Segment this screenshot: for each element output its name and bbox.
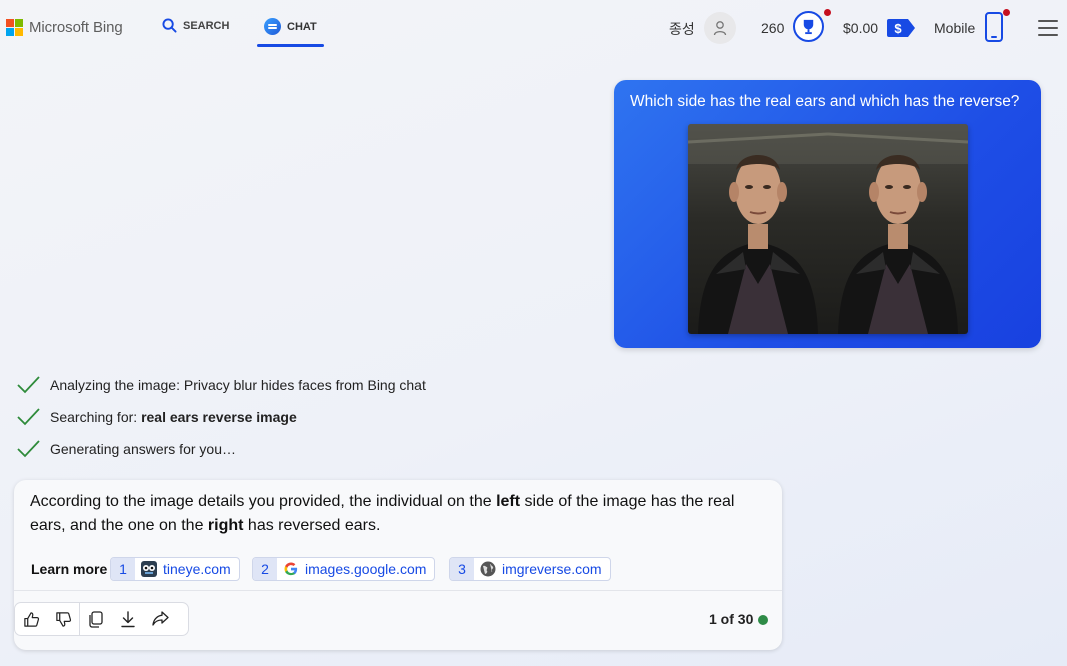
user-icon bbox=[713, 21, 727, 36]
menu-icon[interactable] bbox=[1038, 20, 1058, 36]
tab-chat-label: CHAT bbox=[287, 20, 317, 33]
uploaded-image[interactable] bbox=[688, 124, 968, 334]
tab-search-label: SEARCH bbox=[183, 19, 230, 32]
checkmark-icon bbox=[17, 408, 40, 426]
source-number: 3 bbox=[450, 558, 474, 580]
status-step: Generating answers for you… bbox=[17, 440, 236, 458]
dislike-button[interactable] bbox=[47, 603, 79, 635]
response-counter: 1 of 30 bbox=[709, 611, 754, 627]
copy-button[interactable] bbox=[80, 603, 112, 635]
source-link-google-images[interactable]: 2 images.google.com bbox=[252, 557, 436, 581]
dollar-tag-icon[interactable]: $ bbox=[886, 18, 916, 38]
download-icon bbox=[121, 610, 135, 627]
svg-text:$: $ bbox=[894, 21, 902, 36]
step-text: Generating answers for you… bbox=[50, 441, 236, 457]
source-number: 1 bbox=[111, 558, 135, 580]
checkmark-icon bbox=[17, 376, 40, 394]
rewards-points[interactable]: 260 bbox=[761, 20, 784, 36]
step-text: Searching for: real ears reverse image bbox=[50, 409, 297, 425]
status-step: Searching for: real ears reverse image bbox=[17, 408, 297, 426]
mobile-phone-icon[interactable] bbox=[985, 12, 1003, 42]
tab-search[interactable]: SEARCH bbox=[162, 18, 229, 33]
source-number: 2 bbox=[253, 558, 277, 580]
image-right-half bbox=[828, 124, 968, 334]
response-actions-toolbar bbox=[14, 602, 189, 636]
logo-text: Microsoft Bing bbox=[29, 19, 123, 36]
mobile-notification-dot bbox=[1003, 9, 1010, 16]
image-left-half bbox=[688, 124, 828, 334]
rewards-notification-dot bbox=[824, 9, 831, 16]
source-name: tineye.com bbox=[163, 561, 231, 577]
checkmark-icon bbox=[17, 440, 40, 458]
like-button[interactable] bbox=[15, 603, 47, 635]
search-icon bbox=[162, 18, 177, 33]
share-icon bbox=[152, 611, 169, 626]
source-name: images.google.com bbox=[305, 561, 427, 577]
top-bar: Microsoft Bing SEARCH CHAT 종성 260 $0.00 … bbox=[0, 0, 1067, 56]
card-divider bbox=[14, 590, 782, 591]
copy-icon bbox=[89, 610, 103, 628]
status-step: Analyzing the image: Privacy blur hides … bbox=[17, 376, 426, 394]
avatar[interactable] bbox=[704, 12, 736, 44]
thumbs-up-icon bbox=[23, 611, 39, 627]
learn-more-label: Learn more bbox=[31, 561, 108, 577]
step-text: Analyzing the image: Privacy blur hides … bbox=[50, 377, 426, 393]
globe-icon bbox=[480, 561, 496, 577]
trophy-icon bbox=[803, 19, 814, 35]
thumbs-down-icon bbox=[55, 611, 71, 627]
google-icon bbox=[283, 561, 299, 577]
source-name: imgreverse.com bbox=[502, 561, 602, 577]
chat-bubble-icon bbox=[264, 18, 281, 35]
bing-logo[interactable]: Microsoft Bing bbox=[6, 19, 123, 36]
user-name[interactable]: 종성 bbox=[669, 19, 695, 39]
share-button[interactable] bbox=[144, 603, 176, 635]
microsoft-logo-icon bbox=[6, 19, 23, 36]
tab-chat[interactable]: CHAT bbox=[264, 18, 317, 35]
active-tab-indicator bbox=[257, 44, 324, 47]
bot-response-text: According to the image details you provi… bbox=[30, 493, 735, 534]
tineye-icon bbox=[141, 561, 157, 577]
rewards-trophy-icon[interactable] bbox=[793, 11, 824, 42]
user-message-text: Which side has the real ears and which h… bbox=[630, 93, 1020, 110]
export-button[interactable] bbox=[112, 603, 144, 635]
source-link-imgreverse[interactable]: 3 imgreverse.com bbox=[449, 557, 611, 581]
mobile-label[interactable]: Mobile bbox=[934, 20, 975, 36]
status-dot bbox=[758, 615, 768, 625]
balance[interactable]: $0.00 bbox=[843, 20, 878, 36]
source-link-tineye[interactable]: 1 tineye.com bbox=[110, 557, 240, 581]
bot-response-card: According to the image details you provi… bbox=[14, 480, 782, 650]
user-message: Which side has the real ears and which h… bbox=[614, 80, 1041, 348]
